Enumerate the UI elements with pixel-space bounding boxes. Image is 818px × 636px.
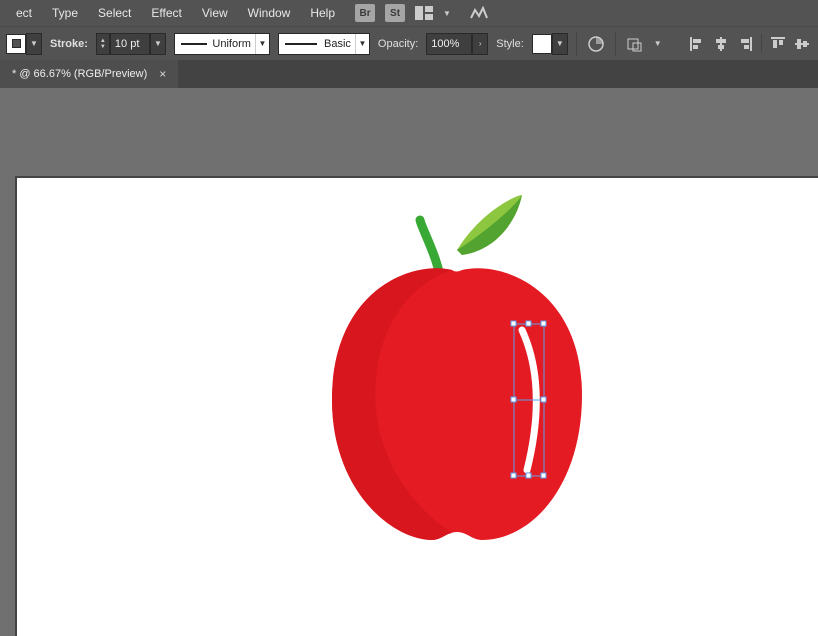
fill-stroke-swatch[interactable]: ▼ [6, 33, 42, 55]
menu-help[interactable]: Help [300, 2, 345, 24]
stroke-weight-value[interactable]: 10 pt [110, 33, 150, 55]
recolor-artwork-icon[interactable] [585, 33, 607, 55]
menu-window[interactable]: Window [238, 2, 301, 24]
chevron-down-icon[interactable]: ▼ [26, 33, 42, 55]
bridge-icon[interactable]: Br [355, 4, 375, 22]
brush-value: Basic [324, 38, 351, 50]
align-to-dropdown[interactable] [624, 33, 646, 55]
menu-object[interactable]: ect [6, 2, 42, 24]
variable-width-value: Uniform [212, 38, 251, 50]
stock-icon[interactable]: St [385, 4, 405, 22]
menu-bar: ect Type Select Effect View Window Help … [0, 0, 818, 26]
stroke-weight-spinner[interactable]: ▲▼ 10 pt ▼ [96, 33, 166, 55]
chevron-down-icon[interactable]: ▼ [255, 34, 269, 54]
brush-definition-dropdown[interactable]: Basic ▼ [278, 33, 370, 55]
separator [615, 32, 616, 56]
align-hcenter-icon[interactable] [711, 34, 731, 54]
workspace[interactable] [0, 88, 818, 636]
artboard[interactable] [15, 176, 818, 636]
variable-width-profile-dropdown[interactable]: Uniform ▼ [174, 33, 270, 55]
align-buttons [687, 34, 812, 54]
stroke-label: Stroke: [50, 38, 88, 50]
graphic-style-dropdown[interactable]: ▼ [532, 33, 568, 55]
menu-type[interactable]: Type [42, 2, 88, 24]
align-top-icon[interactable] [768, 34, 788, 54]
chevron-right-icon[interactable]: › [472, 33, 488, 55]
menu-extras: Br St ▼ [355, 4, 489, 22]
opacity-field[interactable]: 100% › [426, 33, 488, 55]
menu-effect[interactable]: Effect [141, 2, 191, 24]
separator [761, 34, 762, 52]
chevron-down-icon[interactable]: ▼ [552, 33, 568, 55]
opacity-label: Opacity: [378, 38, 418, 50]
apple-artwork[interactable] [322, 190, 602, 570]
gpu-performance-icon[interactable] [469, 6, 489, 20]
spinner-arrows-icon[interactable]: ▲▼ [96, 33, 110, 55]
arrange-docs-icon[interactable] [415, 6, 433, 20]
chevron-down-icon[interactable]: ▼ [654, 39, 662, 48]
menu-view[interactable]: View [192, 2, 238, 24]
menu-select[interactable]: Select [88, 2, 141, 24]
align-vcenter-icon[interactable] [792, 34, 812, 54]
align-left-icon[interactable] [687, 34, 707, 54]
opacity-value[interactable]: 100% [426, 33, 472, 55]
align-right-icon[interactable] [735, 34, 755, 54]
arrange-dropdown-icon[interactable]: ▼ [443, 9, 451, 18]
separator [576, 32, 577, 56]
document-tab[interactable]: * @ 66.67% (RGB/Preview) × [0, 60, 178, 88]
chevron-down-icon[interactable]: ▼ [150, 33, 166, 55]
style-swatch-icon [532, 34, 552, 54]
style-label: Style: [496, 38, 524, 50]
swatch-icon [6, 34, 26, 54]
document-tab-bar: * @ 66.67% (RGB/Preview) × [0, 60, 818, 88]
chevron-down-icon[interactable]: ▼ [355, 34, 369, 54]
document-tab-title: * @ 66.67% (RGB/Preview) [12, 68, 147, 80]
options-bar: ▼ Stroke: ▲▼ 10 pt ▼ Uniform ▼ Basic ▼ O… [0, 26, 818, 60]
close-icon[interactable]: × [159, 67, 166, 81]
